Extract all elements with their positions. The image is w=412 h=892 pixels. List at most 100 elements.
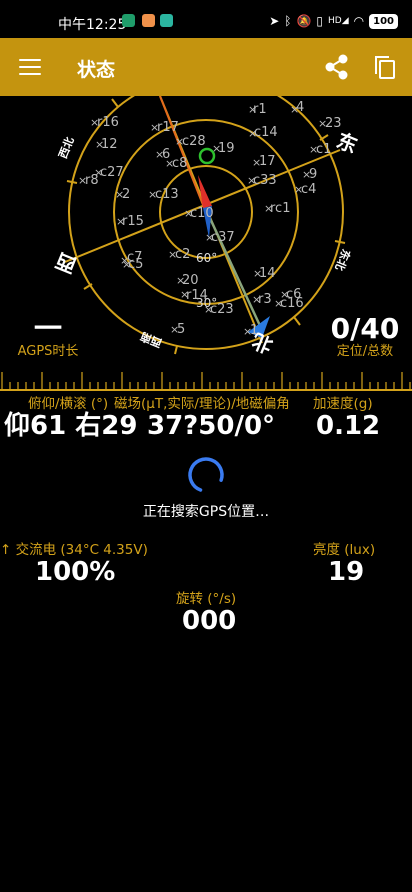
- svg-text:1: 1: [250, 323, 258, 338]
- satellite: ×r16: [90, 115, 119, 130]
- copy-button[interactable]: [370, 52, 400, 82]
- location-icon: ➤: [269, 14, 280, 28]
- satellite: ×r3: [252, 292, 272, 307]
- svg-text:4: 4: [296, 100, 304, 115]
- svg-text:9: 9: [309, 167, 317, 182]
- ring-label-60: 60°: [196, 251, 217, 265]
- satellite: ×19: [212, 141, 235, 156]
- svg-text:12: 12: [101, 137, 118, 152]
- mute-icon: 🔕: [296, 14, 312, 28]
- svg-text:c4: c4: [301, 182, 316, 197]
- menu-icon: [19, 59, 41, 61]
- svg-text:r14: r14: [186, 288, 208, 303]
- svg-text:c23: c23: [210, 302, 234, 317]
- acceleration-value: 0.12: [316, 411, 381, 441]
- svg-text:rc1: rc1: [270, 201, 290, 216]
- satellite: ×c16: [274, 296, 304, 311]
- satellite: ×c1: [309, 142, 331, 157]
- svg-text:r17: r17: [157, 120, 179, 135]
- svg-text:c27: c27: [100, 165, 124, 180]
- satellite: ×c33: [247, 173, 277, 188]
- svg-text:r8: r8: [85, 173, 99, 188]
- satellite: ×c10: [184, 206, 214, 221]
- menu-button[interactable]: [14, 51, 46, 83]
- direction-northwest: 西北: [55, 135, 76, 161]
- fix-value: 0/40: [330, 312, 400, 345]
- svg-text:c8: c8: [172, 156, 187, 171]
- status-bar: 中午12:25 ➤ ᛒ 🔕 ▯ HD◢ ◠ 100: [0, 0, 412, 38]
- svg-text:r15: r15: [122, 214, 144, 229]
- agps-stat: 一 AGPS时长: [13, 314, 83, 360]
- satellite: ×r8: [78, 173, 99, 188]
- satellite: ×r15: [116, 214, 144, 229]
- satellite: ×12: [95, 137, 118, 152]
- menu-icon: [19, 66, 41, 68]
- battery-icon: 100: [369, 13, 398, 29]
- direction-east: 东: [333, 128, 361, 158]
- notification-app-icon: [160, 14, 173, 27]
- satellite: ×c8: [165, 156, 187, 171]
- satellite: ×r1: [248, 102, 267, 117]
- satellite: ×c2: [168, 247, 190, 262]
- network-type: HD: [328, 16, 342, 26]
- svg-text:19: 19: [218, 141, 235, 156]
- direction-northeast: 东北: [332, 247, 353, 273]
- satellite: ×20: [176, 273, 199, 288]
- fix-stat: 0/40 定位/总数: [330, 314, 400, 360]
- share-button[interactable]: [322, 52, 352, 82]
- satellite: ×c23: [204, 302, 234, 317]
- app-bar: 状态: [0, 38, 412, 96]
- brightness-value: 19: [328, 557, 365, 587]
- satellite: ×17: [252, 154, 276, 169]
- satellite: ×c13: [148, 187, 179, 202]
- satellite: ×c5: [122, 257, 143, 272]
- svg-text:23: 23: [325, 116, 342, 131]
- agps-value: 一: [33, 312, 62, 345]
- svg-text:2: 2: [122, 187, 130, 202]
- svg-text:c33: c33: [253, 173, 277, 188]
- svg-text:c28: c28: [182, 134, 206, 149]
- satellite: ×14: [253, 266, 276, 281]
- status-icons: ➤ ᛒ 🔕 ▯ HD◢ ◠ 100: [269, 12, 398, 30]
- svg-text:r1: r1: [253, 102, 267, 117]
- svg-text:c16: c16: [280, 296, 304, 311]
- svg-text:c14: c14: [254, 125, 278, 140]
- magnetic-value: 37?50/0°: [147, 411, 276, 441]
- satellite: ×rc1: [264, 201, 290, 216]
- satellite: ×1: [243, 323, 258, 338]
- satellite: ×c4: [294, 182, 316, 197]
- satellite: ×4: [290, 100, 304, 116]
- level-ruler: [0, 372, 412, 391]
- svg-text:r3: r3: [258, 292, 272, 307]
- satellite: ×r17: [150, 120, 179, 135]
- fix-label: 定位/总数: [336, 344, 394, 359]
- svg-text:c13: c13: [155, 187, 179, 202]
- svg-text:c2: c2: [175, 247, 190, 262]
- bluetooth-icon: ᛒ: [284, 14, 292, 28]
- svg-text:c10: c10: [190, 206, 214, 221]
- satellite: ×2: [115, 187, 130, 202]
- svg-text:5: 5: [177, 322, 185, 337]
- menu-icon: [19, 73, 41, 75]
- svg-text:r16: r16: [97, 115, 119, 130]
- copy-icon: [375, 56, 395, 79]
- gps-searching-text: 正在搜索GPS位置…: [142, 504, 270, 520]
- share-icon: [325, 54, 348, 80]
- status-time: 中午12:25: [58, 17, 127, 33]
- svg-text:14: 14: [259, 266, 276, 281]
- satellite: ×5: [170, 322, 185, 337]
- svg-text:20: 20: [182, 273, 199, 288]
- satellite: ×c28: [175, 134, 206, 149]
- agps-label: AGPS时长: [17, 344, 79, 359]
- vibrate-icon: ▯: [316, 14, 324, 28]
- satellite: ×9: [302, 167, 317, 182]
- svg-text:c1: c1: [316, 142, 331, 157]
- satellite: ×r14: [180, 288, 208, 303]
- wifi-icon: ◠: [353, 14, 365, 28]
- notification-app-icon: [142, 14, 155, 27]
- svg-text:c5: c5: [128, 257, 143, 272]
- satellite: ×c37: [205, 230, 235, 245]
- battery-info-value: 100%: [35, 557, 116, 587]
- satellites: ×r1 ×4 ×r16 ×r17 ×c14 ×23 ×12 ×c28 ×c1 ×…: [78, 100, 342, 338]
- rotation-value: 000: [182, 606, 237, 636]
